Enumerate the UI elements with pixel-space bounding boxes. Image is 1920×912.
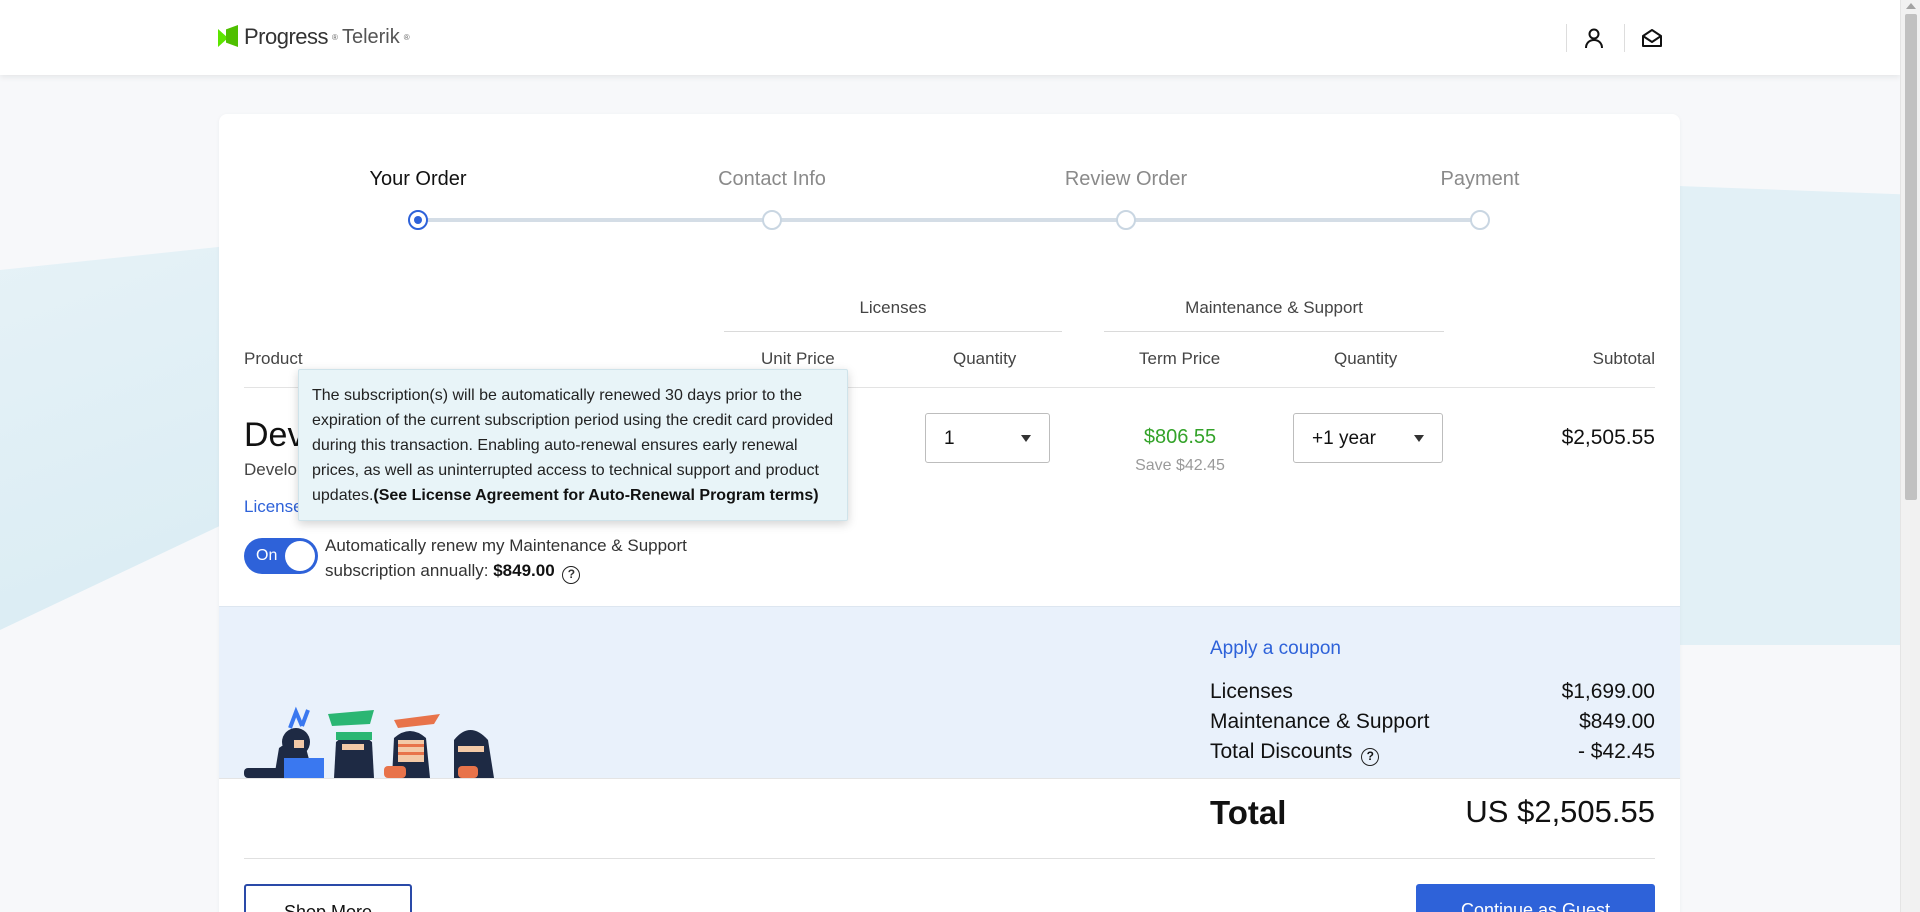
scrollbar-thumb[interactable] [1905, 14, 1917, 500]
user-icon[interactable] [1582, 26, 1606, 50]
total-value: US $2,505.55 [1465, 794, 1655, 829]
auto-renew-amount: $849.00 [493, 561, 555, 580]
auto-renew-text: Automatically renew my Maintenance & Sup… [325, 533, 725, 584]
col-unit-price: Unit Price [761, 349, 835, 368]
logo-registered-mark-2: ® [403, 32, 410, 42]
license-quantity-select[interactable]: 1 [925, 413, 1050, 463]
step-dot-contact-info [762, 210, 782, 230]
ninja-team-illustration [244, 706, 494, 778]
scroll-up-arrow-icon[interactable] [1906, 3, 1916, 9]
maintenance-group-heading: Maintenance & Support [1185, 298, 1363, 317]
total-divider [244, 858, 1655, 859]
maintenance-group-line [1104, 331, 1444, 332]
summary-maintenance-value: $849.00 [1579, 710, 1655, 733]
question-circle-icon[interactable]: ? [1361, 748, 1380, 766]
step-payment: Payment [1440, 168, 1520, 190]
col-product: Product [244, 349, 303, 368]
product-name: Dev [244, 416, 305, 454]
term-savings: Save $42.45 [1135, 457, 1225, 474]
background-wave-right [1650, 185, 1900, 645]
chevron-down-icon [1414, 435, 1424, 442]
step-contact-info: Contact Info [718, 168, 826, 190]
logo-telerik-text: Telerik [341, 25, 400, 48]
tooltip-bold-text: (See License Agreement for Auto-Renewal … [373, 487, 819, 504]
step-dot-your-order [408, 210, 428, 230]
auto-renew-line2: subscription annually: [325, 561, 494, 580]
step-review-order: Review Order [1064, 168, 1188, 190]
page-scrollbar[interactable] [1900, 0, 1920, 912]
summary-licenses-label: Licenses [1210, 680, 1293, 703]
summary-licenses-value: $1,699.00 [1561, 680, 1655, 703]
license-quantity-value: 1 [944, 428, 955, 449]
licenses-group-heading: Licenses [859, 298, 927, 317]
term-price: $806.55 [1143, 426, 1217, 448]
mail-icon[interactable] [1640, 26, 1664, 50]
logo-progress-text: Progress [244, 24, 329, 49]
progress-telerik-logo[interactable]: Progress ® Telerik ® [218, 24, 410, 50]
summary-maintenance-row: Maintenance & Support $849.00 [1210, 710, 1655, 734]
summary-discounts-label: Total Discounts [1210, 740, 1353, 763]
question-circle-icon[interactable]: ? [562, 566, 581, 584]
licenses-group-line [724, 331, 1062, 332]
col-subtotal: Subtotal [1592, 349, 1655, 368]
col-maintenance-quantity: Quantity [1334, 349, 1398, 368]
step-dot-review-order [1116, 210, 1136, 230]
step-dot-payment [1470, 210, 1490, 230]
chevron-down-icon [1021, 435, 1031, 442]
col-term-price: Term Price [1139, 349, 1221, 368]
stepper-track [418, 218, 1480, 222]
logo-registered-mark: ® [332, 32, 338, 42]
auto-renew-toggle[interactable]: On [244, 538, 318, 574]
license-link[interactable]: License [244, 497, 303, 517]
shop-more-button[interactable]: Shop More [244, 884, 412, 912]
header-divider-2 [1624, 24, 1625, 52]
col-license-quantity: Quantity [953, 349, 1017, 368]
maintenance-quantity-value: +1 year [1312, 428, 1376, 449]
toggle-label: On [256, 547, 278, 564]
auto-renew-tooltip: The subscription(s) will be automaticall… [298, 369, 848, 521]
summary-discounts-row: Total Discounts ? - $42.45 [1210, 740, 1655, 766]
auto-renew-line1: Automatically renew my Maintenance & Sup… [325, 536, 687, 555]
summary-discounts-value: - $42.45 [1577, 740, 1655, 763]
apply-coupon-link[interactable]: Apply a coupon [1210, 638, 1341, 660]
summary-maintenance-label: Maintenance & Support [1210, 710, 1430, 733]
toggle-knob [285, 541, 315, 571]
maintenance-quantity-select[interactable]: +1 year [1293, 413, 1443, 463]
progress-logo-icon [218, 25, 240, 49]
total-label: Total [1210, 794, 1287, 831]
continue-as-guest-button[interactable]: Continue as Guest [1416, 884, 1655, 912]
header-divider [1566, 24, 1567, 52]
row-subtotal: $2,505.55 [1561, 426, 1655, 449]
product-subtitle: Develo [244, 460, 297, 479]
site-header: Progress ® Telerik ® [0, 0, 1900, 75]
summary-licenses-row: Licenses $1,699.00 [1210, 680, 1655, 704]
step-your-order: Your Order [369, 168, 467, 190]
